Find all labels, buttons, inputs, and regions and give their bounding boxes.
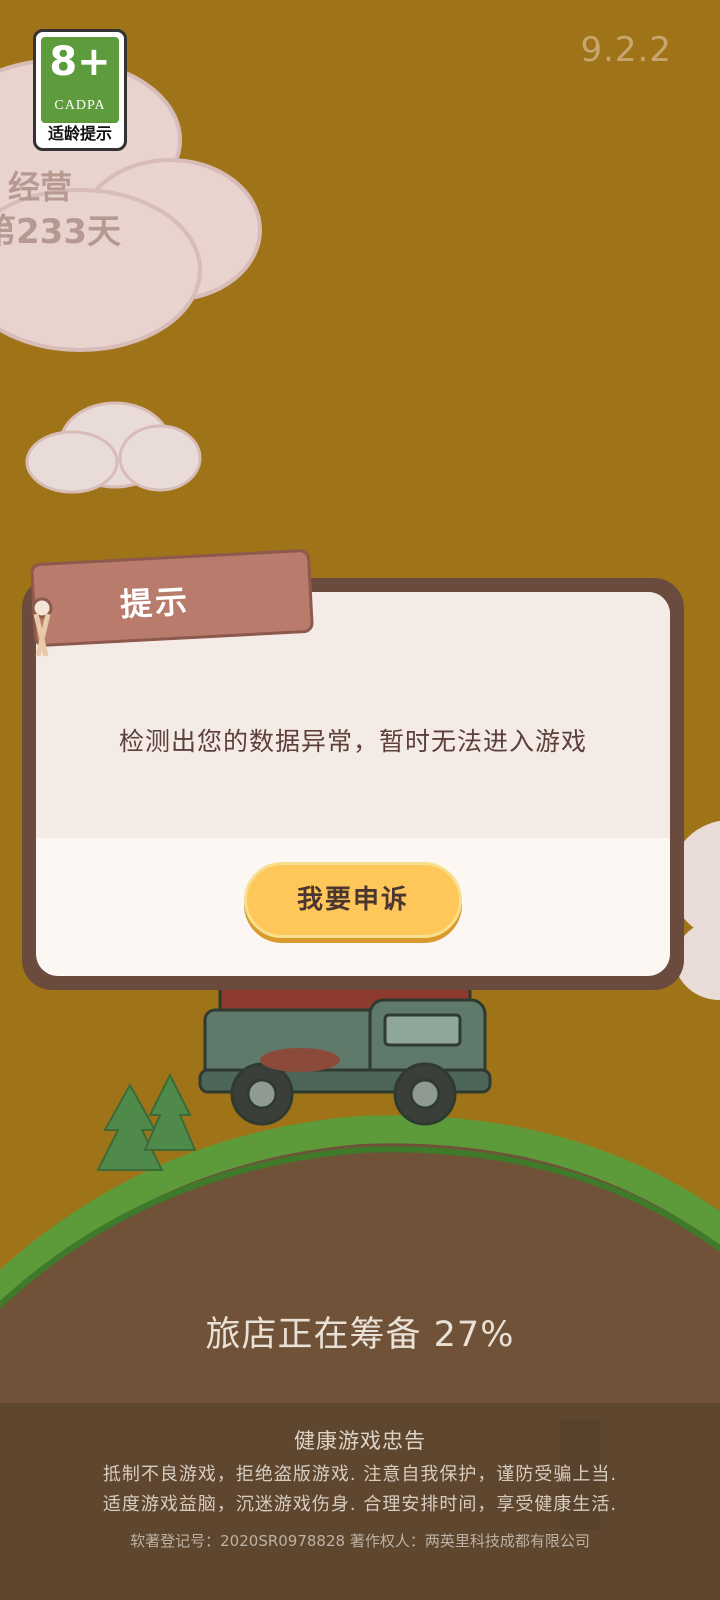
- age-rating-number: 8+: [49, 39, 111, 85]
- truck: [198, 983, 492, 1126]
- loading-progress-text: 旅店正在筹备 27%: [205, 1315, 515, 1355]
- health-advice-line: 适度游戏益脑，沉迷游戏伤身. 合理安排时间，享受健康生活.: [102, 1494, 618, 1515]
- dialog-title: 提示: [119, 582, 192, 624]
- age-rating-label: 适龄提示: [47, 124, 112, 143]
- version-label: 9.2.2: [580, 30, 672, 70]
- cloud-small: [25, 401, 202, 494]
- dialog-message: 检测出您的数据异常，暂时无法进入游戏: [118, 727, 587, 756]
- health-advice-line: 抵制不良游戏，拒绝盗版游戏. 注意自我保护，谨防受骗上当.: [102, 1464, 618, 1485]
- appeal-button[interactable]: 我要申诉: [244, 862, 462, 938]
- day-counter-label: 经营: [8, 168, 73, 206]
- age-rating-badge: 8+ CADPA 适龄提示: [33, 29, 127, 151]
- copyright-text: 软著登记号：2020SR0978828 著作权人：两英里科技成都有限公司: [130, 1532, 590, 1550]
- tag-string-icon: [31, 597, 53, 657]
- dialog: 检测出您的数据异常，暂时无法进入游戏 我要申诉: [36, 592, 670, 976]
- day-counter-value: 第233天: [0, 212, 121, 252]
- health-advice-title: 健康游戏忠告: [294, 1429, 426, 1453]
- pine-trees: [96, 1072, 197, 1171]
- age-rating-org: CADPA: [54, 98, 106, 113]
